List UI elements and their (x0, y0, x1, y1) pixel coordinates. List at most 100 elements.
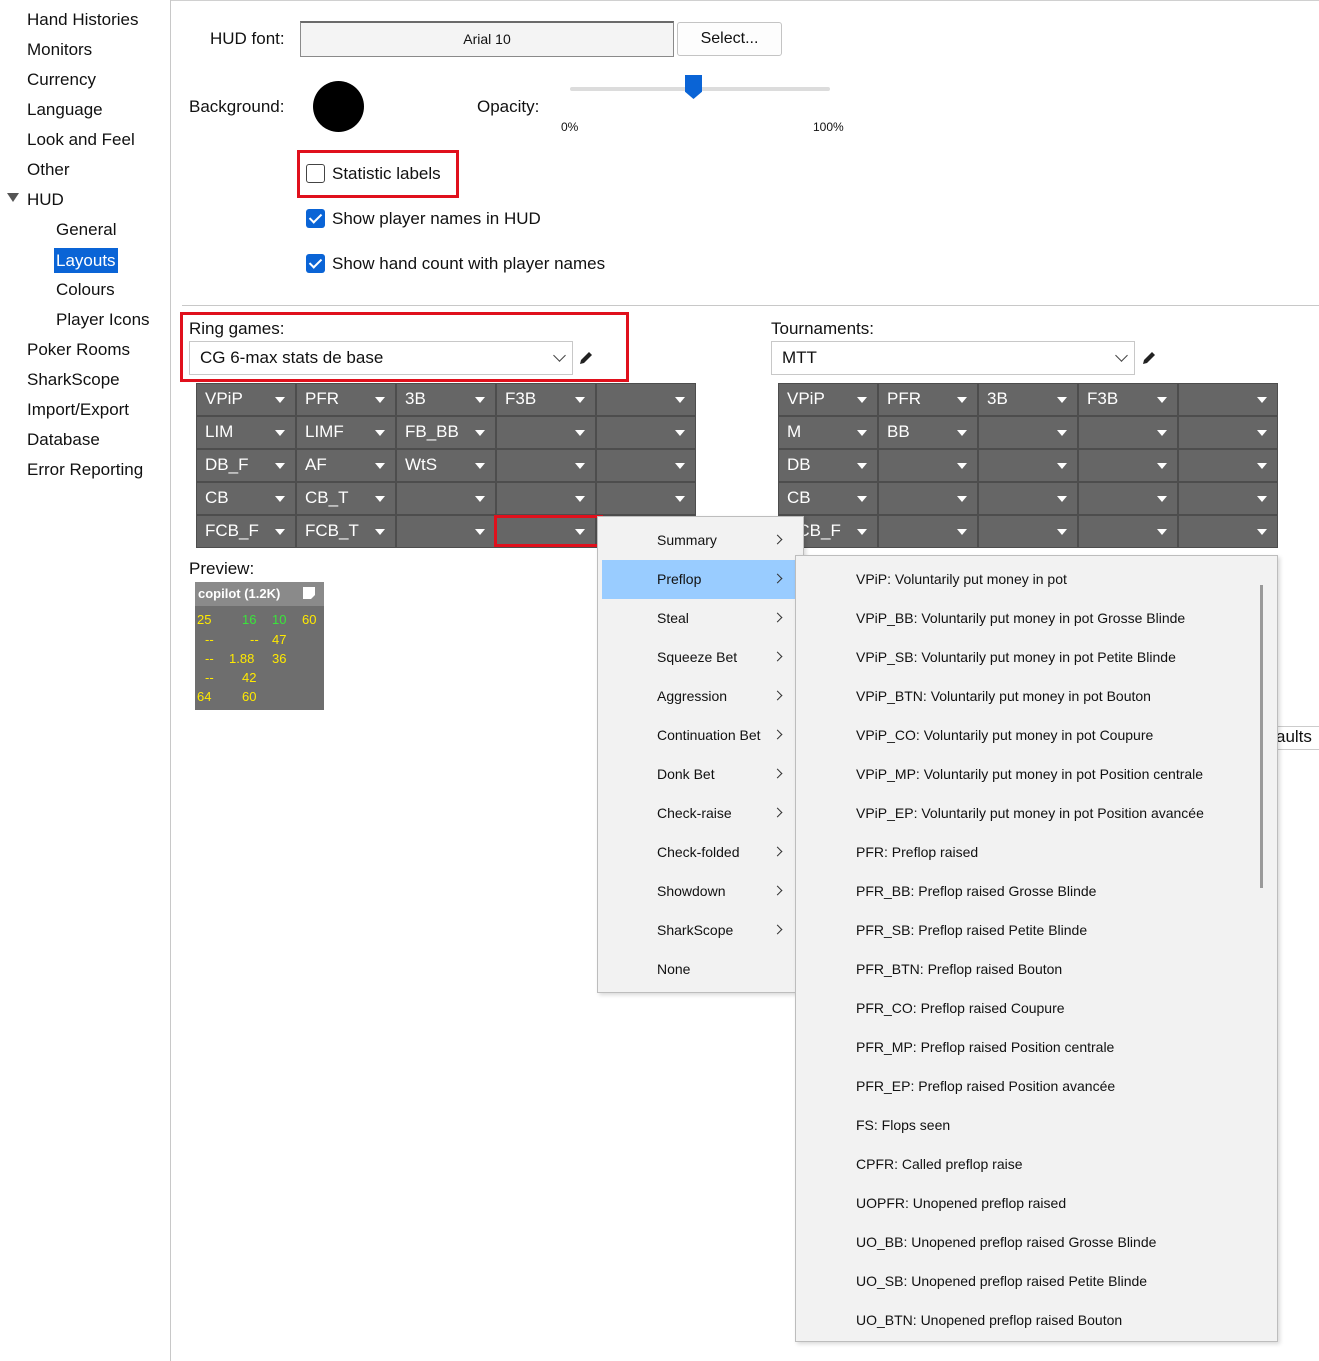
stat-slot-dropdown[interactable]: LIMF (296, 416, 396, 449)
stat-slot-dropdown[interactable] (496, 416, 596, 449)
restore-defaults-button[interactable]: aults (1276, 726, 1319, 750)
expand-triangle-icon[interactable] (7, 193, 19, 202)
stat-slot-dropdown[interactable] (1178, 449, 1278, 482)
select-font-button[interactable]: Select... (677, 22, 782, 56)
stat-slot-dropdown[interactable]: DB (778, 449, 878, 482)
stat-option[interactable]: UO_SB: Unopened preflop raised Petite Bl… (856, 1273, 1147, 1289)
stat-slot-dropdown[interactable] (596, 416, 696, 449)
stat-option[interactable]: VPiP: Voluntarily put money in pot (856, 571, 1067, 587)
stat-slot-dropdown[interactable]: VPiP (778, 383, 878, 416)
opacity-slider-thumb[interactable] (685, 75, 702, 99)
stat-slot-dropdown[interactable] (1078, 416, 1178, 449)
stat-slot-dropdown[interactable] (496, 482, 596, 515)
stat-slot-dropdown[interactable] (878, 515, 978, 548)
stat-slot-dropdown[interactable]: VPiP (196, 383, 296, 416)
stat-slot-dropdown[interactable] (596, 482, 696, 515)
stat-option[interactable]: VPiP_SB: Voluntarily put money in pot Pe… (856, 649, 1176, 665)
sidebar-item-poker-rooms[interactable]: Poker Rooms (27, 339, 130, 361)
menu-item-sharkscope[interactable]: SharkScope (602, 911, 799, 950)
stat-slot-dropdown[interactable] (1078, 482, 1178, 515)
sidebar-item-monitors[interactable]: Monitors (27, 39, 92, 61)
stat-option[interactable]: UO_BTN: Unopened preflop raised Bouton (856, 1312, 1122, 1328)
stat-slot-dropdown[interactable]: FCB_F (196, 515, 296, 548)
stat-slot-dropdown[interactable] (1178, 383, 1278, 416)
sidebar-item-hud[interactable]: HUD (27, 189, 64, 211)
stat-option[interactable]: UO_BB: Unopened preflop raised Grosse Bl… (856, 1234, 1156, 1250)
sidebar-item-look-and-feel[interactable]: Look and Feel (27, 129, 135, 151)
stat-option[interactable]: FS: Flops seen (856, 1117, 950, 1133)
stat-slot-dropdown[interactable] (1178, 416, 1278, 449)
stat-option[interactable]: PFR_BTN: Preflop raised Bouton (856, 961, 1062, 977)
stat-option[interactable]: PFR: Preflop raised (856, 844, 978, 860)
stat-slot-dropdown[interactable] (1078, 449, 1178, 482)
stat-slot-dropdown[interactable]: PFR (878, 383, 978, 416)
stat-slot-dropdown[interactable] (496, 449, 596, 482)
stat-option[interactable]: VPiP_CO: Voluntarily put money in pot Co… (856, 727, 1153, 743)
stat-slot-dropdown[interactable]: CB (196, 482, 296, 515)
sidebar-item-general[interactable]: General (56, 219, 116, 241)
stat-slot-dropdown[interactable]: DB_F (196, 449, 296, 482)
stat-slot-dropdown[interactable]: 3B (396, 383, 496, 416)
stat-slot-dropdown[interactable] (1078, 515, 1178, 548)
menu-item-preflop[interactable]: Preflop (602, 560, 799, 599)
menu-item-showdown[interactable]: Showdown (602, 872, 799, 911)
stat-option[interactable]: UOPFR: Unopened preflop raised (856, 1195, 1066, 1211)
stat-slot-dropdown[interactable] (878, 482, 978, 515)
stat-slot-dropdown[interactable] (596, 383, 696, 416)
stat-option[interactable]: VPiP_EP: Voluntarily put money in pot Po… (856, 805, 1204, 821)
stat-slot-dropdown[interactable]: 3B (978, 383, 1078, 416)
stat-option[interactable]: PFR_MP: Preflop raised Position centrale (856, 1039, 1114, 1055)
menu-item-aggression[interactable]: Aggression (602, 677, 799, 716)
stat-slot-dropdown[interactable]: CB (778, 482, 878, 515)
menu-item-none[interactable]: None (602, 950, 799, 989)
stat-slot-dropdown[interactable] (878, 449, 978, 482)
menu-item-squeeze-bet[interactable]: Squeeze Bet (602, 638, 799, 677)
sidebar-item-colours[interactable]: Colours (56, 279, 115, 301)
stat-slot-dropdown[interactable]: WtS (396, 449, 496, 482)
show-player-names-checkbox[interactable] (306, 209, 325, 228)
menu-item-check-folded[interactable]: Check-folded (602, 833, 799, 872)
stat-option[interactable]: VPiP_BB: Voluntarily put money in pot Gr… (856, 610, 1185, 626)
statistic-labels-checkbox[interactable] (306, 164, 325, 183)
stat-option[interactable]: VPiP_BTN: Voluntarily put money in pot B… (856, 688, 1151, 704)
stat-option[interactable]: PFR_CO: Preflop raised Coupure (856, 1000, 1065, 1016)
menu-item-continuation-bet[interactable]: Continuation Bet (602, 716, 799, 755)
sidebar-item-layouts[interactable]: Layouts (54, 248, 118, 273)
stat-slot-dropdown[interactable] (1178, 515, 1278, 548)
sidebar-item-sharkscope[interactable]: SharkScope (27, 369, 120, 391)
stat-option[interactable]: PFR_SB: Preflop raised Petite Blinde (856, 922, 1087, 938)
sidebar-item-import-export[interactable]: Import/Export (27, 399, 129, 421)
sidebar-item-currency[interactable]: Currency (27, 69, 96, 91)
tournaments-layout-select[interactable]: MTT (771, 341, 1135, 375)
stat-option[interactable]: PFR_EP: Preflop raised Position avancée (856, 1078, 1115, 1094)
stat-slot-dropdown[interactable] (596, 449, 696, 482)
menu-item-donk-bet[interactable]: Donk Bet (602, 755, 799, 794)
sidebar-item-other[interactable]: Other (27, 159, 70, 181)
stat-slot-dropdown[interactable] (978, 515, 1078, 548)
sidebar-item-database[interactable]: Database (27, 429, 100, 451)
stat-slot-dropdown[interactable]: BB (878, 416, 978, 449)
stat-slot-dropdown[interactable] (978, 449, 1078, 482)
background-color-swatch[interactable] (313, 81, 364, 132)
sidebar-item-error-reporting[interactable]: Error Reporting (27, 459, 143, 481)
menu-item-steal[interactable]: Steal (602, 599, 799, 638)
stat-slot-dropdown[interactable]: M (778, 416, 878, 449)
menu-item-summary[interactable]: Summary (602, 521, 799, 560)
stat-slot-dropdown[interactable]: CB_T (296, 482, 396, 515)
stat-option[interactable]: PFR_BB: Preflop raised Grosse Blinde (856, 883, 1096, 899)
stat-slot-dropdown[interactable]: F3B (1078, 383, 1178, 416)
submenu-scrollbar[interactable] (1260, 585, 1263, 888)
stat-slot-dropdown[interactable]: PFR (296, 383, 396, 416)
stat-slot-dropdown[interactable]: LIM (196, 416, 296, 449)
menu-item-check-raise[interactable]: Check-raise (602, 794, 799, 833)
sidebar-item-player-icons[interactable]: Player Icons (56, 309, 150, 331)
stat-slot-dropdown[interactable]: FB_BB (396, 416, 496, 449)
stat-slot-dropdown[interactable] (396, 515, 496, 548)
stat-slot-dropdown[interactable] (1178, 482, 1278, 515)
sidebar-item-hand-histories[interactable]: Hand Histories (27, 9, 139, 31)
show-hand-count-checkbox[interactable] (306, 254, 325, 273)
stat-slot-dropdown[interactable] (396, 482, 496, 515)
edit-pencil-icon[interactable] (1141, 350, 1157, 366)
stat-option[interactable]: CPFR: Called preflop raise (856, 1156, 1023, 1172)
stat-slot-dropdown[interactable]: FCB_T (296, 515, 396, 548)
